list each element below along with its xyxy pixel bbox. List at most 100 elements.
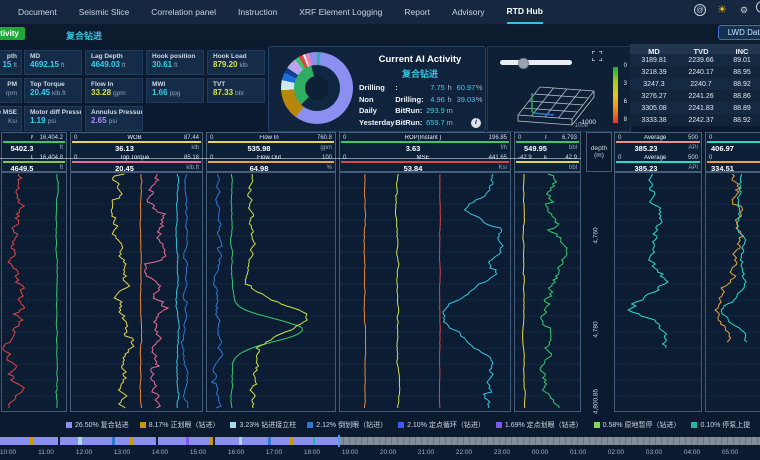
survey-cell: 2241.83 xyxy=(678,105,724,112)
ai-activity-title: Current AI Activity xyxy=(361,54,479,65)
timeline-segment xyxy=(134,437,156,445)
scale-max: Ksi xyxy=(483,165,507,171)
timeline-cursor[interactable] xyxy=(338,435,340,447)
legend-item[interactable]: 0.58% 原地暂停（钻进） xyxy=(594,420,681,430)
nav-item-instruction[interactable]: Instruction xyxy=(238,1,277,23)
colorbar-tick: 3 xyxy=(624,81,627,87)
ai-stat-cell xyxy=(454,106,475,116)
tvt-track-header: 0TVT6,793549.95bbl-42.9PIT change42.9bbl xyxy=(514,132,581,172)
ai-stat-cell: m xyxy=(445,118,455,128)
ai-stat-cell: h xyxy=(445,95,455,105)
nav-item-report[interactable]: Report xyxy=(404,1,430,23)
nav-item-seismic-slice[interactable]: Seismic Slice xyxy=(79,1,130,23)
survey-cell: 3305.08 xyxy=(630,105,678,112)
card-label: Top Torque xyxy=(30,81,81,88)
card-label: Motor diff Pressure xyxy=(30,109,81,116)
survey-cell: 3247.3 xyxy=(630,81,678,88)
timeline-time: 02:00 xyxy=(599,449,633,456)
card-label: MD xyxy=(30,53,81,60)
timeline-time: 10:00 xyxy=(0,449,25,456)
table-row[interactable]: 3218.392240.1788.951 xyxy=(630,66,760,78)
legend-item[interactable]: 8.17% 正划眼（钻进） xyxy=(140,420,220,430)
flow-track-row: 0Flow In760.8 xyxy=(207,133,335,143)
table-row[interactable]: 3333.382242.3788.922 xyxy=(630,114,760,126)
card-label: Annulus Pressure... xyxy=(91,109,142,116)
legend-item[interactable]: 3.23% 钻进接立柱 xyxy=(230,420,296,430)
legend-item[interactable]: 0.10% 停泵上提 xyxy=(691,420,750,430)
timeline-time: 03:00 xyxy=(637,449,671,456)
card-unit: ft xyxy=(122,62,126,69)
survey-cell: 3189.81 xyxy=(630,57,678,64)
timeline-time: 11:00 xyxy=(29,449,63,456)
info-icon[interactable]: i xyxy=(471,118,481,128)
scale-min: 549.95 xyxy=(518,144,553,153)
colorbar-bottom-label: 1008 xyxy=(575,123,588,129)
timeline-segment xyxy=(82,437,112,445)
scale-min: 3.63 xyxy=(343,144,483,153)
survey-table: MDTVDINC3189.812239.6689.0113218.392240.… xyxy=(630,44,760,130)
track-body[interactable] xyxy=(207,173,336,412)
legend-text: 26.50% 复合钻进 xyxy=(75,420,129,430)
nav-item-rtd-hub[interactable]: RTD Hub xyxy=(507,0,543,24)
depth-track-row: MD16,404.2 xyxy=(2,133,66,143)
timeline-time: 19:00 xyxy=(333,449,367,456)
legend-item[interactable]: 2.12% 倒划眼（钻进） xyxy=(307,420,387,430)
scale-max: ft xyxy=(39,145,63,151)
ai-stat-cell: 4.96 xyxy=(424,95,445,105)
ai-activity-badge[interactable]: AI Activity xyxy=(0,27,25,40)
table-row[interactable]: 3247.32240.788.921 xyxy=(630,78,760,90)
sensor-card-partial: PM rpm xyxy=(0,78,22,103)
timeline-segment xyxy=(293,437,313,445)
sensor-card-annulus-pressure-: Annulus Pressure...2.65psi xyxy=(85,106,143,131)
scale-max: f/h xyxy=(483,145,507,151)
ai-stat-cell: % xyxy=(475,95,483,105)
survey-cell: 2242.37 xyxy=(678,117,724,124)
rop-track-header: 0ROP(Instant )196.853.63f/h0MSE441.6553.… xyxy=(339,132,511,172)
card-unit: gpm xyxy=(113,90,126,97)
scale-min: 535.98 xyxy=(210,144,308,153)
sun-icon[interactable]: ☀ xyxy=(716,4,728,16)
fullscreen-icon[interactable] xyxy=(592,51,602,61)
activity-timeline-bar[interactable] xyxy=(0,437,760,445)
upper-lower-gamma-track-row: 406.97 xyxy=(706,143,760,153)
timeline-segment xyxy=(315,437,338,445)
track-body[interactable] xyxy=(71,173,203,412)
user-icon[interactable] xyxy=(756,1,760,13)
timeline-segment xyxy=(271,437,289,445)
table-row[interactable]: 3305.082241.8388.891 xyxy=(630,102,760,114)
nav-item-document[interactable]: Document xyxy=(18,1,57,23)
card-value: 2.65psi xyxy=(91,116,142,125)
card-label: PM xyxy=(0,81,17,88)
nav-item-advisory[interactable]: Advisory xyxy=(452,1,485,23)
card-unit: ft xyxy=(13,62,17,69)
track-body[interactable] xyxy=(706,173,760,412)
card-value: 30.61ft xyxy=(152,60,203,69)
lwd-data-button[interactable]: LWD Data xyxy=(718,25,760,40)
log-plot-area[interactable] xyxy=(0,172,760,415)
slider-handle[interactable] xyxy=(518,58,529,69)
card-unit: psi xyxy=(48,118,56,125)
view-slider[interactable] xyxy=(500,60,572,65)
card-value: 1.19psi xyxy=(30,116,81,125)
nav-item-correlation-panel[interactable]: Correlation panel xyxy=(151,1,216,23)
card-value: 33.28gpm xyxy=(91,88,142,97)
table-row[interactable]: 3189.812239.6689.011 xyxy=(630,54,760,66)
gear-icon[interactable]: ⚙ xyxy=(738,4,750,16)
sensor-card-tvt: TVT87.33bbl xyxy=(207,78,265,103)
legend-item[interactable]: 1.69% 定点划眼（钻进） xyxy=(496,420,583,430)
nav-item-xrf-element-logging[interactable]: XRF Element Logging xyxy=(299,1,382,23)
timeline-time: 04:00 xyxy=(675,449,709,456)
activity-donut-chart[interactable] xyxy=(281,52,353,124)
ai-stat-row: Drilling:7.75h60.97% xyxy=(359,83,483,93)
timeline-segment xyxy=(0,437,30,445)
timeline-segment xyxy=(60,437,78,445)
legend-item[interactable]: 26.50% 复合钻进 xyxy=(66,420,129,430)
legend-item[interactable]: 2.10% 定点循环（钻进） xyxy=(398,420,485,430)
card-value: 20.45klb.ft xyxy=(30,88,81,97)
table-row[interactable]: 3276.272241.2688.861 xyxy=(630,90,760,102)
card-unit: rpm xyxy=(6,90,17,97)
survey-header-tvd: TVD xyxy=(678,47,724,56)
at-icon[interactable]: @ xyxy=(694,4,706,16)
track-body[interactable] xyxy=(615,173,702,412)
legend-swatch xyxy=(307,422,313,428)
